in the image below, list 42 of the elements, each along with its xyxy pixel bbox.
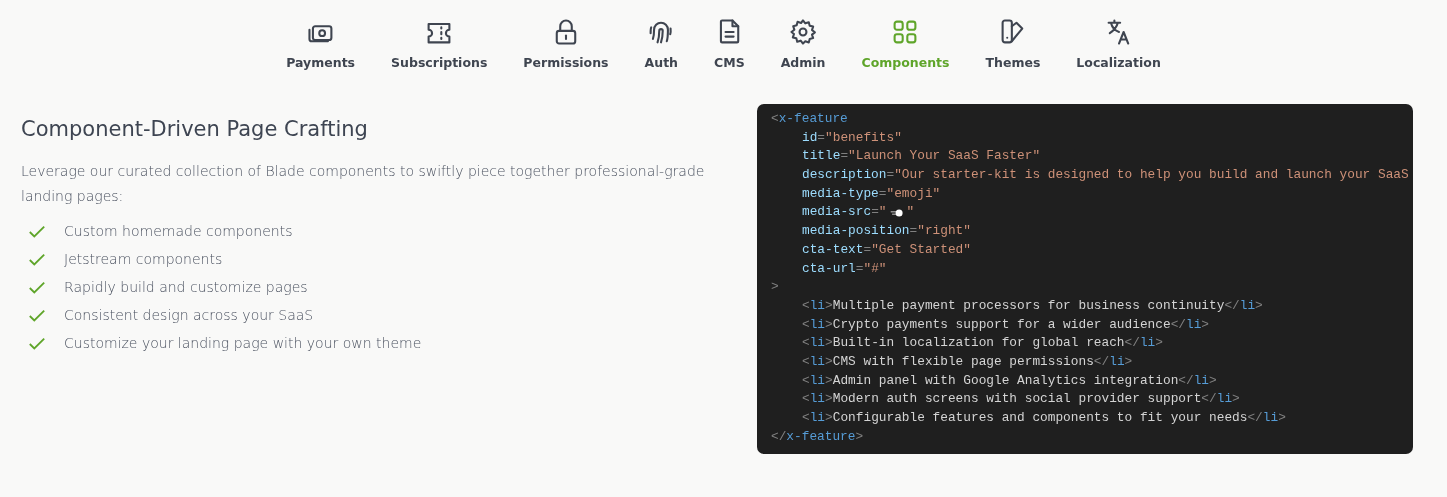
- nav-tab[interactable]: Auth: [626, 17, 696, 80]
- nav-tab[interactable]: Localization: [1058, 17, 1179, 80]
- code-text: =: [871, 203, 879, 222]
- section-heading: Component-Driven Page Crafting: [21, 117, 369, 141]
- code-line: </x-feature>: [771, 427, 865, 446]
- feature-item: Customize your landing page with your own theme: [64, 335, 422, 351]
- settings-icon: [788, 17, 819, 47]
- code-line: media-position="right": [801, 222, 972, 241]
- nav-tab[interactable]: Themes: [967, 17, 1059, 80]
- feature-item: Consistent design across your SaaS: [64, 307, 314, 323]
- code-line: <li>Modern auth screens with social provider support</li>: [801, 390, 1241, 409]
- check-icon: [28, 335, 46, 353]
- code-line: <li>CMS with flexible page permissions</li>: [801, 352, 1134, 371]
- code-text: ": [878, 203, 887, 222]
- code-line: >: [771, 278, 780, 297]
- feature-item: Rapidly build and customize pages: [64, 279, 308, 295]
- code-line: media-type="emoji": [801, 184, 942, 203]
- check-icon: [28, 279, 46, 297]
- check-icon: [28, 307, 46, 325]
- code-text: ": [906, 203, 915, 222]
- nav-tab[interactable]: CMS: [696, 17, 763, 80]
- nav-tab[interactable]: Payments: [268, 17, 374, 80]
- code-line: <li>Multiple payment processors for business continuity</li>: [801, 296, 1264, 315]
- code-line: <x-feature: [771, 110, 849, 128]
- feature-item: Custom homemade components: [64, 223, 293, 239]
- feature-item: Jetstream components: [64, 251, 223, 267]
- code-line: id="benefits": [801, 128, 903, 147]
- code-line: cta-text="Get Started": [801, 240, 972, 259]
- nav-tab[interactable]: Subscriptions: [373, 17, 506, 80]
- code-line: cta-url="#": [801, 259, 888, 278]
- code-line: <li>Admin panel with Google Analytics integration</li>: [801, 371, 1218, 390]
- check-icon: [28, 251, 46, 269]
- code-line: <li>Built-in localization for global reach</li>: [801, 334, 1164, 353]
- code-line: title="Launch Your SaaS Faster": [801, 147, 1042, 166]
- description-text: Leverage our curated collection of Blade components to swiftly piece together professional-grade landing pages:: [21, 162, 706, 206]
- check-icon: [28, 223, 46, 241]
- nav-tab[interactable]: Permissions: [505, 17, 627, 80]
- nav-tab[interactable]: Admin: [762, 17, 844, 80]
- code-line: description="Our starter-kit is designed to help you build and launch your SaaS: [801, 166, 1410, 185]
- code-line: <li>Crypto payments support for a wider audience</li>: [801, 315, 1211, 334]
- code-text: media-src: [802, 203, 872, 222]
- code-line: <li>Configurable features and components to fit your needs</li>: [801, 409, 1287, 427]
